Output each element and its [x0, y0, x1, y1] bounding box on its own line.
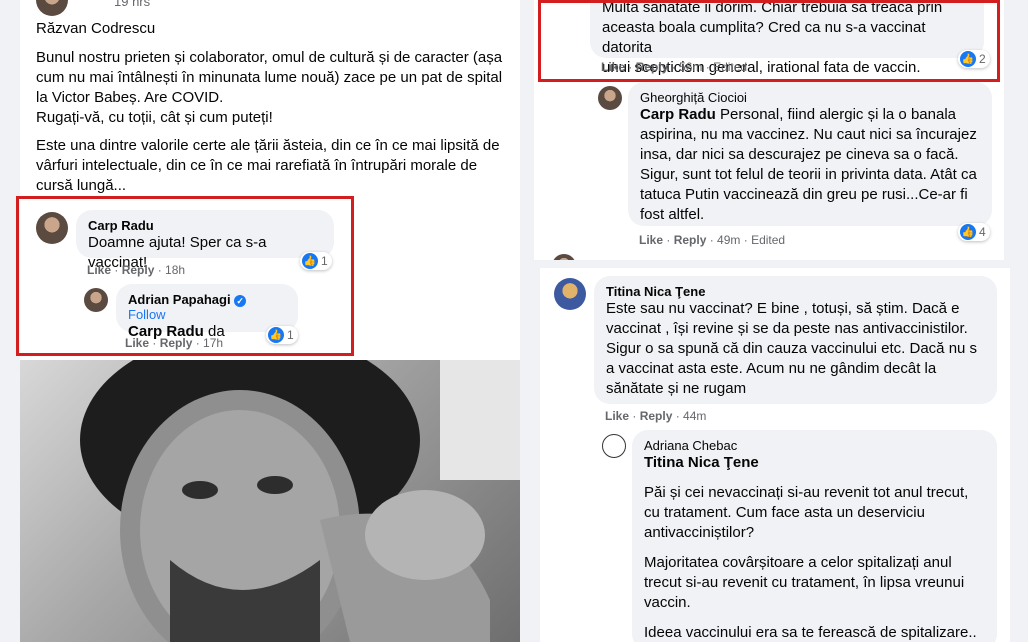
edited-label[interactable]: Edited	[751, 233, 785, 247]
comment-text: Este sau nu vaccinat? E bine , totuși, s…	[606, 300, 978, 397]
like-reaction-icon: 👍	[960, 224, 976, 240]
adriana-paragraph-3: Ideea vaccinului era sa te ferească de s…	[644, 624, 977, 641]
titina-comment-bubble: Titina Nica Ţene Este sau nu vaccinat? E…	[594, 276, 997, 404]
comment-mention[interactable]: Carp Radu	[640, 106, 716, 123]
post-author-avatar[interactable]	[36, 0, 68, 16]
comment-author[interactable]: Gheorghiță Ciocioi	[640, 90, 980, 105]
partial-avatar[interactable]	[552, 254, 576, 260]
adriana-paragraph-1: Păi și cei nevaccinați si-au revenit tot…	[644, 484, 969, 541]
titina-comment-panel: Titina Nica Ţene Este sau nu vaccinat? E…	[540, 268, 1010, 642]
post-time[interactable]: 19 hrs	[114, 0, 150, 9]
highlight-box-left	[16, 196, 354, 356]
highlight-box-right	[538, 0, 1000, 82]
post-paragraph-2: Rugați-vă, cu toții, cât și cum puteți!	[36, 109, 273, 126]
titina-actions: Like · Reply · 44m	[605, 409, 707, 423]
like-link[interactable]: Like	[639, 233, 663, 247]
gheorghita-comment-bubble: Gheorghiță Ciocioi Carp Radu Personal, f…	[628, 82, 992, 226]
titina-avatar[interactable]	[554, 278, 586, 310]
comment-body: Personal, fiind alergic și la o banala a…	[640, 106, 977, 223]
reply-link[interactable]: Reply	[674, 233, 707, 247]
post-body: Bunul nostru prieten și colaborator, omu…	[36, 48, 506, 204]
comment-author[interactable]: Titina Nica Ţene	[606, 284, 985, 299]
post-paragraph-3: Este una dintre valorile certe ale țării…	[36, 137, 500, 194]
adriana-paragraph-2: Majoritatea covârșitoare a celor spitali…	[644, 554, 965, 611]
comment-author[interactable]: Adriana Chebac	[644, 438, 985, 453]
gheorghita-avatar[interactable]	[598, 86, 622, 110]
post-paragraph-1: Bunul nostru prieten și colaborator, omu…	[36, 49, 503, 106]
post-photo[interactable]	[20, 360, 520, 642]
comment-time[interactable]: 49m	[717, 233, 740, 247]
adriana-avatar[interactable]	[602, 434, 626, 458]
portrait-illustration	[80, 360, 520, 642]
comment-text: Carp Radu Personal, fiind alergic și la …	[640, 105, 980, 225]
gheorghita-reaction-count[interactable]: 👍 4	[958, 223, 990, 241]
post-shared-author[interactable]: Răzvan Codrescu	[36, 20, 155, 37]
gheorghita-actions: Like · Reply · 49m · Edited	[639, 233, 786, 247]
reply-link[interactable]: Reply	[640, 409, 673, 423]
gheorghita-comment-panel: Gheorghiță Ciocioi Carp Radu Personal, f…	[534, 82, 1004, 260]
adriana-comment-bubble: Adriana Chebac Titina Nica Ţene Păi și c…	[632, 430, 997, 642]
comment-time[interactable]: 44m	[683, 409, 706, 423]
comment-mention[interactable]: Titina Nica Ţene	[644, 453, 985, 473]
like-link[interactable]: Like	[605, 409, 629, 423]
reaction-count: 4	[979, 225, 986, 239]
